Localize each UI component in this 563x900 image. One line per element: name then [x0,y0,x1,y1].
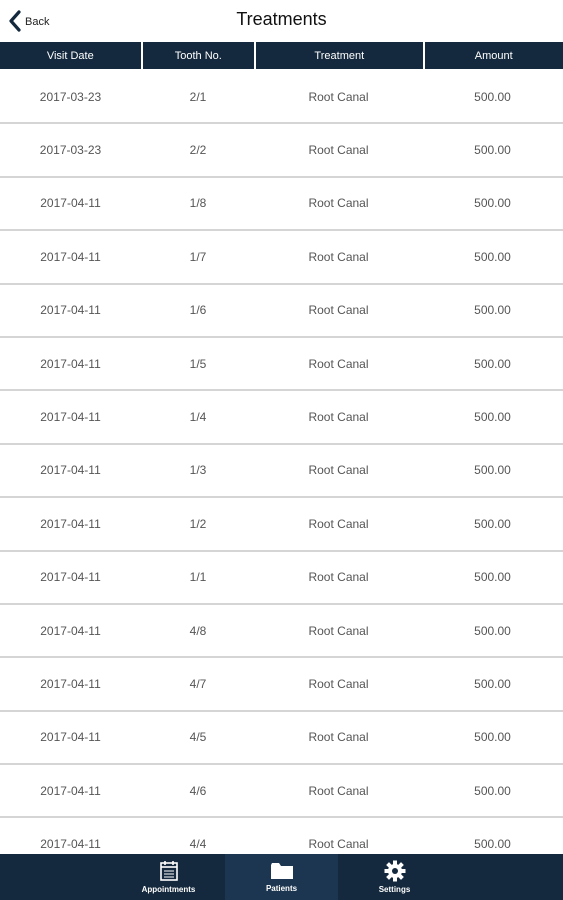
visit-date-cell: 2017-04-11 [40,516,101,531]
amount-cell: 500.00 [474,783,511,798]
table-row[interactable]: 2017-04-11 4/8 Root Canal 500.00 [0,605,563,659]
tooth-number-cell: 1/6 [189,303,207,318]
treatment-cell: Root Canal [308,89,369,104]
tooth-number-cell: 2/2 [189,143,207,158]
treatment-cell: Root Canal [308,516,369,531]
amount-cell: 500.00 [474,356,511,371]
amount-cell: 500.00 [474,623,511,638]
tooth-number-cell: 4/6 [189,783,207,798]
visit-date-cell: 2017-04-11 [40,730,101,745]
treatment-cell: Root Canal [308,623,369,638]
amount-cell: 500.00 [474,410,511,425]
table-row[interactable]: 2017-04-11 1/2 Root Canal 500.00 [0,498,563,552]
tooth-number-cell: 1/8 [189,196,207,211]
table-row[interactable]: 2017-04-11 4/4 Root Canal 500.00 [0,818,563,854]
table-row[interactable]: 2017-04-11 1/8 Root Canal 500.00 [0,178,563,232]
table-row[interactable]: 2017-03-23 2/1 Root Canal 500.00 [0,71,563,125]
amount-cell: 500.00 [474,463,511,478]
visit-date-cell: 2017-04-11 [40,249,101,264]
treatment-cell: Root Canal [308,676,369,691]
amount-cell: 500.00 [474,143,511,158]
visit-date-cell: 2017-04-11 [40,570,101,585]
table-row[interactable]: 2017-04-11 1/7 Root Canal 500.00 [0,231,563,285]
visit-date-cell: 2017-04-11 [40,783,101,798]
treatment-cell: Root Canal [308,783,369,798]
treatment-cell: Root Canal [308,249,369,264]
treatment-cell: Root Canal [308,356,369,371]
visit-date-cell: 2017-04-11 [40,463,101,478]
table-row[interactable]: 2017-04-11 4/6 Root Canal 500.00 [0,765,563,819]
tooth-number-cell: 1/2 [189,516,207,531]
calendar-icon [159,861,178,881]
gear-icon [384,860,405,882]
table-row[interactable]: 2017-03-23 2/2 Root Canal 500.00 [0,124,563,178]
tooth-number-cell: 1/1 [189,570,207,585]
tooth-number-cell: 4/8 [189,623,207,638]
visit-date-cell: 2017-04-11 [40,676,101,691]
table-row[interactable]: 2017-04-11 1/1 Root Canal 500.00 [0,552,563,605]
amount-cell: 500.00 [474,837,511,852]
table-row[interactable]: 2017-04-11 4/7 Root Canal 500.00 [0,658,563,712]
table-row[interactable]: 2017-04-11 1/6 Root Canal 500.00 [0,285,563,338]
folder-icon [270,863,293,879]
tab-patients[interactable]: Patients [225,854,338,900]
tab-settings[interactable]: Settings [338,854,451,900]
column-header-treatment[interactable]: Treatment [256,42,423,69]
amount-cell: 500.00 [474,196,511,211]
treatment-cell: Root Canal [308,303,369,318]
treatment-cell: Root Canal [308,730,369,745]
amount-cell: 500.00 [474,730,511,745]
visit-date-cell: 2017-04-11 [40,303,101,318]
table-row[interactable]: 2017-04-11 1/5 Root Canal 500.00 [0,338,563,392]
treatment-cell: Root Canal [308,196,369,211]
treatment-cell: Root Canal [308,570,369,585]
tooth-number-cell: 1/3 [189,463,207,478]
page-title: Treatments [236,9,327,29]
visit-date-cell: 2017-04-11 [40,837,101,852]
table-header: Visit Date Tooth No. Treatment Amount [0,42,563,69]
tab-patients-label: Patients [265,884,298,893]
tab-appointments[interactable]: Appointments [112,854,225,900]
tooth-number-cell: 4/4 [189,837,207,852]
tooth-number-cell: 1/4 [189,410,207,425]
treatment-cell: Root Canal [308,410,369,425]
tooth-number-cell: 1/7 [189,249,207,264]
table-row[interactable]: 2017-04-11 4/5 Root Canal 500.00 [0,712,563,766]
top-bar: Back Treatments [0,0,563,42]
amount-cell: 500.00 [474,89,511,104]
tooth-number-cell: 4/5 [189,730,207,745]
visit-date-cell: 2017-04-11 [40,410,101,425]
tab-appointments-label: Appointments [141,885,196,894]
tab-settings-label: Settings [378,885,411,894]
tooth-number-cell: 2/1 [189,89,207,104]
visit-date-cell: 2017-03-23 [39,89,102,104]
amount-cell: 500.00 [474,676,511,691]
column-header-visit-date[interactable]: Visit Date [0,42,141,69]
visit-date-cell: 2017-04-11 [40,356,101,371]
visit-date-cell: 2017-04-11 [40,623,101,638]
treatment-cell: Root Canal [308,143,369,158]
column-header-tooth-no[interactable]: Tooth No. [142,42,255,69]
amount-cell: 500.00 [474,516,511,531]
tooth-number-cell: 4/7 [189,676,207,691]
table-row[interactable]: 2017-04-11 1/4 Root Canal 500.00 [0,391,563,445]
visit-date-cell: 2017-03-23 [39,143,102,158]
treatment-cell: Root Canal [308,837,369,852]
treatments-table-body[interactable]: 2017-03-23 2/1 Root Canal 500.00 2017-03-23 2… [0,71,563,854]
treatment-cell: Root Canal [308,463,369,478]
bottom-tab-bar: Appointments Patients Settings [0,854,563,900]
amount-cell: 500.00 [474,303,511,318]
column-header-amount[interactable]: Amount [424,42,563,69]
visit-date-cell: 2017-04-11 [40,196,101,211]
amount-cell: 500.00 [474,249,511,264]
tooth-number-cell: 1/5 [189,356,207,371]
amount-cell: 500.00 [474,570,511,585]
table-row[interactable]: 2017-04-11 1/3 Root Canal 500.00 [0,445,563,499]
